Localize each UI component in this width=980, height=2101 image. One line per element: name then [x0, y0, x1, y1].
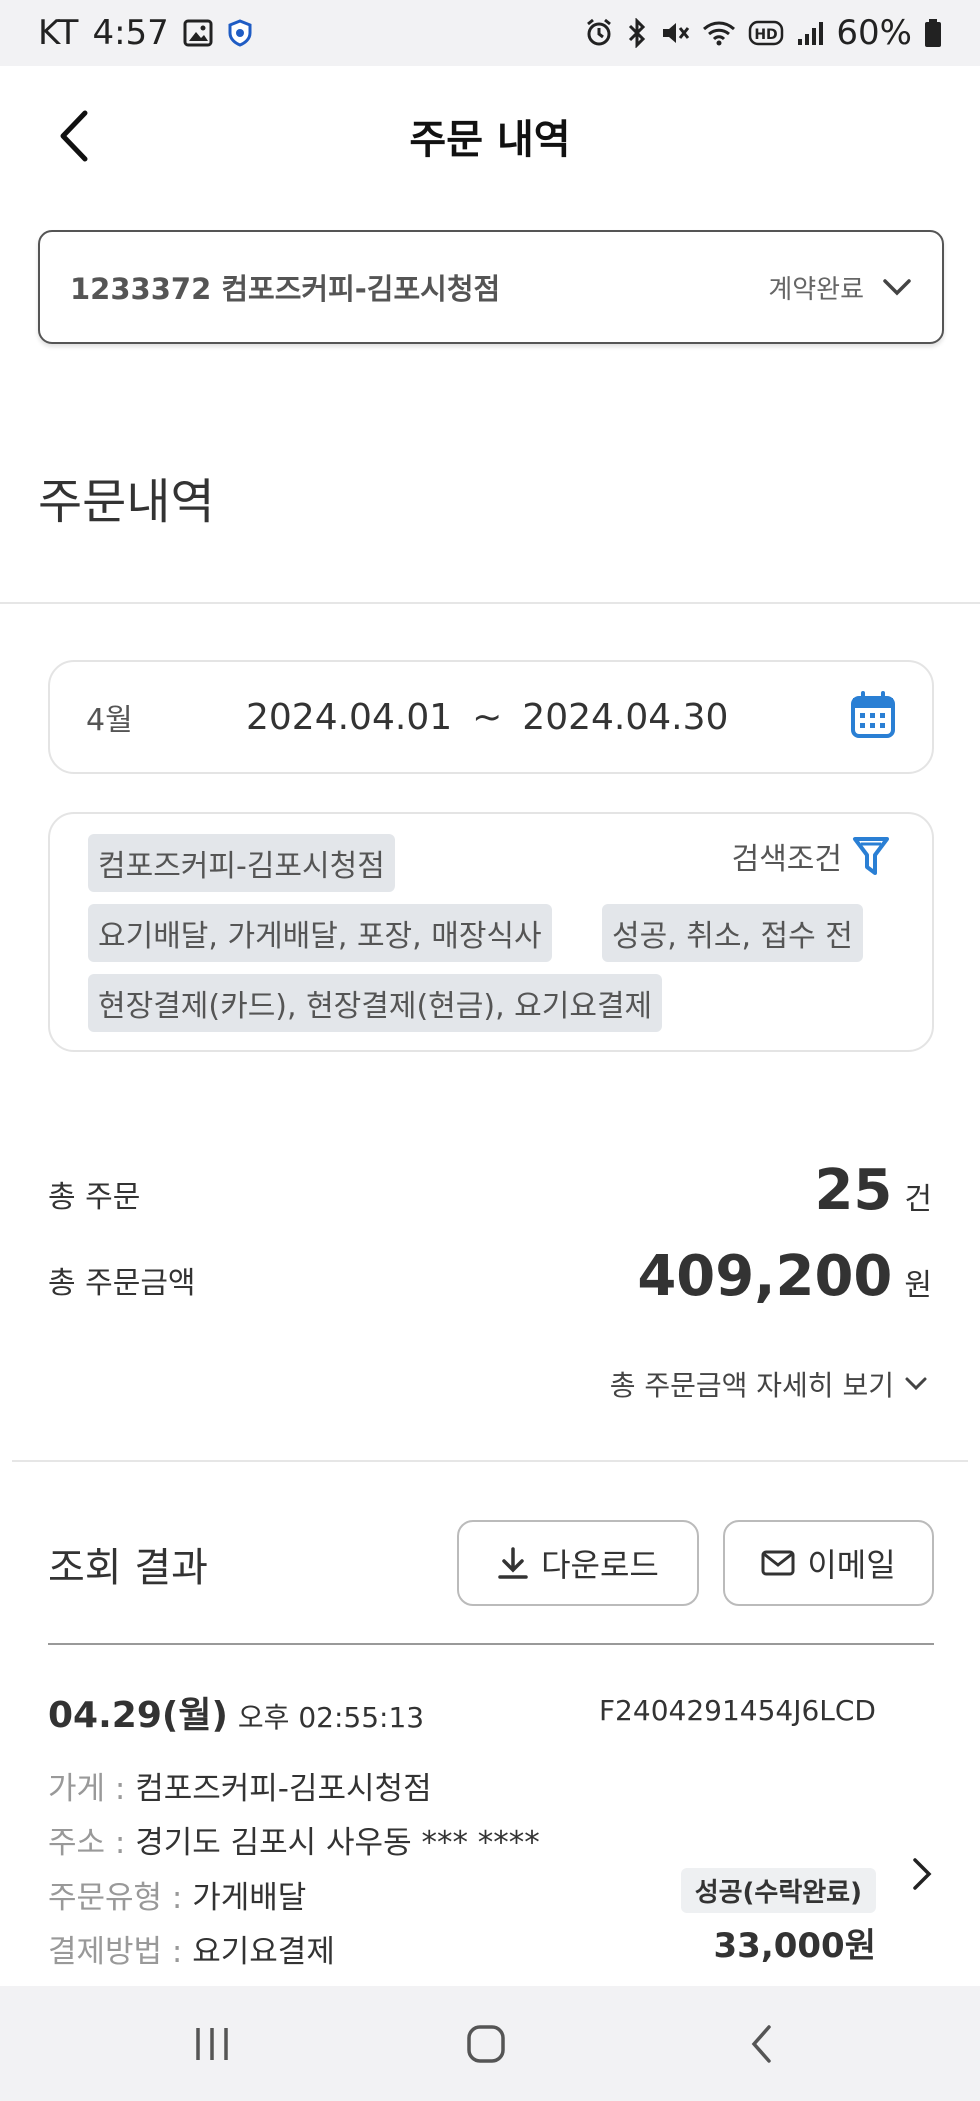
order-type-key: 주문유형 : [48, 1880, 183, 1916]
back-button[interactable] [48, 106, 98, 166]
svg-text:HD: HD [755, 27, 778, 43]
clock: 4:57 [92, 13, 169, 53]
order-payment-key: 결제방법 : [48, 1934, 183, 1970]
filter-chip-order-type: 요기배달, 가게배달, 포장, 매장식사 [88, 904, 552, 962]
download-label: 다운로드 [541, 1546, 659, 1584]
home-button[interactable] [426, 1986, 546, 2101]
month-label: 4월 [86, 703, 133, 738]
total-amount-label: 총 주문금액 [48, 1266, 196, 1301]
search-conditions[interactable]: 컴포즈커피-김포시청점 요기배달, 가게배달, 포장, 매장식사 성공, 취소,… [48, 812, 934, 1052]
start-date: 2024.04.01 [246, 696, 453, 738]
calendar-icon[interactable] [850, 691, 896, 743]
app-header: 주문 내역 [0, 66, 980, 206]
order-address-row: 주소 : 경기도 김포시 사우동 *** **** [48, 1817, 540, 1862]
shield-icon [227, 19, 253, 47]
back-arrow-icon [751, 2024, 771, 2063]
order-type-row: 주문유형 : 가게배달 [48, 1872, 306, 1917]
download-button[interactable]: 다운로드 [457, 1520, 699, 1606]
order-store-row: 가게 : 컴포즈커피-김포시청점 [48, 1763, 432, 1808]
order-status-badge: 성공(수락완료) [680, 1868, 876, 1913]
order-amount: 33,000원 [713, 1926, 876, 1966]
date-range-picker[interactable]: 4월 2024.04.01 ~ 2024.04.30 [48, 660, 934, 774]
total-orders-count: 25 [814, 1158, 893, 1223]
total-orders-label: 총 주문 [48, 1180, 141, 1215]
system-nav-bar [0, 1986, 980, 2101]
section-title: 주문내역 [38, 474, 215, 530]
order-id: F2404291454J6LCD [598, 1694, 876, 1727]
order-payment-value: 요기요결제 [192, 1934, 335, 1970]
divider [48, 1643, 934, 1645]
filter-icon [853, 837, 889, 875]
filter-chip-store: 컴포즈커피-김포시청점 [88, 834, 395, 892]
order-date: 04.29(월) [48, 1695, 228, 1736]
filter-chip-payment: 현장결제(카드), 현장결제(현금), 요기요결제 [88, 974, 663, 1032]
hd-icon: HD [748, 19, 784, 47]
date-range: 2024.04.01 ~ 2024.04.30 [246, 697, 728, 738]
status-right: HD 60% [584, 13, 942, 53]
store-name: 1233372 컴포즈커피-김포시청점 [70, 272, 501, 306]
store-selector[interactable]: 1233372 컴포즈커피-김포시청점 계약완료 [38, 230, 944, 344]
status-left: KT 4:57 [38, 13, 253, 53]
total-amount-number: 409,200 [637, 1244, 893, 1309]
order-datetime: 04.29(월) 오후 02:55:13 [48, 1686, 424, 1738]
order-time: 오후 02:55:13 [237, 1701, 425, 1734]
status-bar: KT 4:57 HD 60% [0, 0, 980, 66]
date-separator: ~ [472, 696, 503, 738]
alarm-icon [584, 18, 614, 48]
chevron-down-icon [905, 1377, 927, 1391]
filter-button[interactable]: 검색조건 [732, 834, 890, 878]
system-back-button[interactable] [702, 1986, 822, 2101]
order-store-key: 가게 : [48, 1771, 126, 1807]
order-address-key: 주소 : [48, 1825, 126, 1861]
battery-percent: 60% [836, 13, 912, 53]
chevron-right-icon [913, 1858, 932, 1890]
filter-label: 검색조건 [731, 842, 842, 877]
image-icon [183, 18, 213, 48]
mail-icon [761, 1550, 795, 1576]
total-orders-unit: 건 [904, 1182, 932, 1217]
email-button[interactable]: 이메일 [723, 1520, 934, 1606]
total-amount-value: 409,200 원 [637, 1244, 932, 1309]
signal-icon [796, 19, 824, 47]
total-amount-unit: 원 [904, 1268, 932, 1303]
order-store-value: 컴포즈커피-김포시청점 [135, 1771, 432, 1807]
total-orders-value: 25 건 [814, 1158, 932, 1223]
end-date: 2024.04.30 [522, 696, 729, 738]
chevron-left-icon [60, 110, 88, 162]
order-detail-button[interactable] [910, 1856, 934, 1896]
download-icon [498, 1547, 528, 1579]
amount-detail-label: 총 주문금액 자세히 보기 [609, 1369, 894, 1402]
order-address-value: 경기도 김포시 사우동 *** **** [135, 1825, 540, 1861]
divider [12, 1460, 968, 1462]
store-contract-status: 계약완료 [768, 274, 864, 305]
home-icon [467, 2024, 505, 2063]
battery-icon [924, 18, 942, 48]
carrier-label: KT [38, 13, 79, 53]
email-label: 이메일 [807, 1546, 896, 1584]
mute-icon [660, 18, 690, 48]
recents-icon [196, 2027, 228, 2060]
wifi-icon [702, 18, 736, 48]
order-type-value: 가게배달 [192, 1880, 307, 1916]
amount-detail-link[interactable]: 총 주문금액 자세히 보기 [610, 1364, 928, 1404]
chevron-down-icon [883, 279, 911, 296]
order-payment-row: 결제방법 : 요기요결제 [48, 1926, 335, 1971]
page-title: 주문 내역 [409, 117, 571, 163]
results-title: 조회 결과 [48, 1545, 208, 1591]
filter-chip-order-status: 성공, 취소, 접수 전 [602, 904, 863, 962]
recents-button[interactable] [152, 1986, 272, 2101]
bluetooth-icon [626, 18, 648, 48]
divider [0, 602, 980, 604]
